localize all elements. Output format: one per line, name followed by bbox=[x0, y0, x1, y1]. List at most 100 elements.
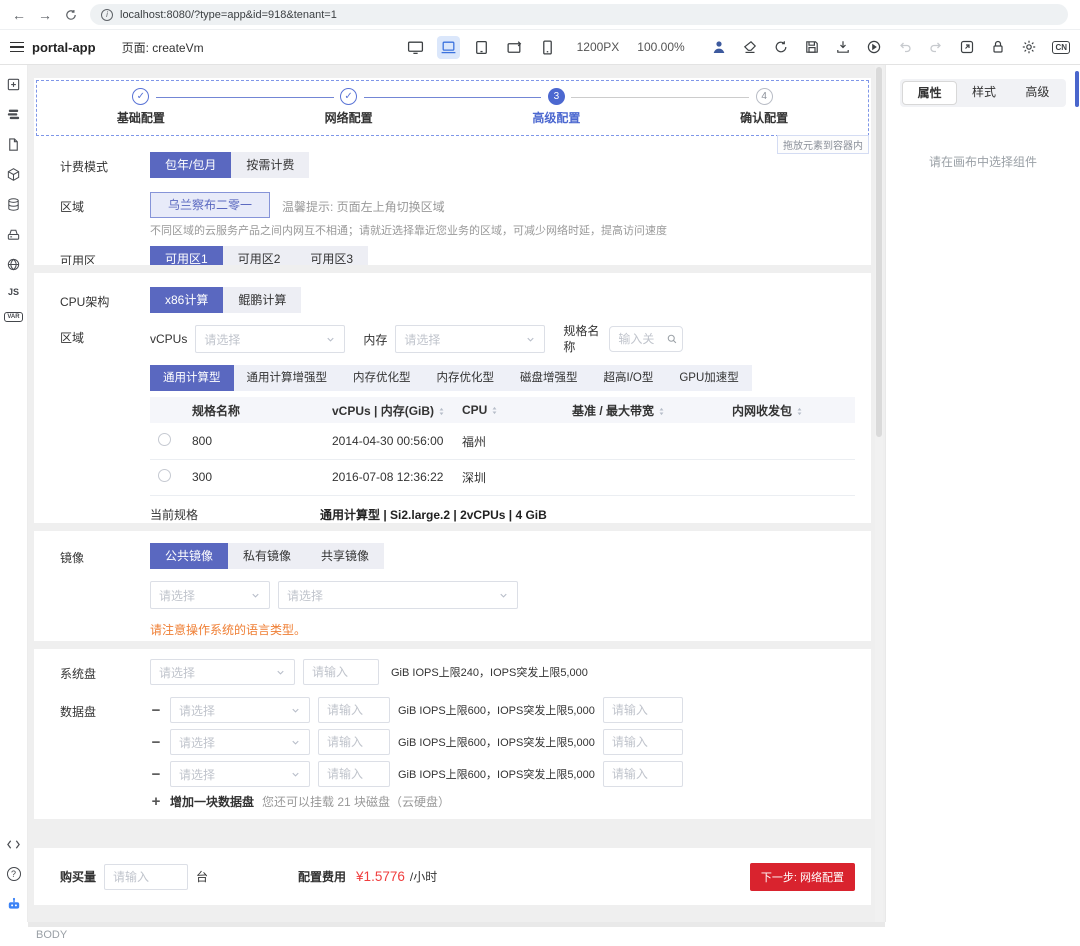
tab-gpu[interactable]: GPU加速型 bbox=[666, 365, 751, 391]
menu-icon[interactable] bbox=[10, 41, 24, 53]
lock-icon[interactable] bbox=[990, 39, 1006, 55]
billing-yearly-button[interactable]: 包年/包月 bbox=[150, 152, 232, 178]
vcpus-select[interactable]: 请选择 bbox=[195, 325, 346, 354]
step-confirm[interactable]: 4 确认配置 bbox=[571, 88, 868, 126]
tablet-icon[interactable] bbox=[470, 36, 493, 59]
tab-high-io[interactable]: 超高I/O型 bbox=[591, 365, 667, 391]
shared-image-button[interactable]: 共享镜像 bbox=[306, 543, 385, 569]
database-icon[interactable] bbox=[6, 197, 21, 212]
quantity-label: 购买量 bbox=[60, 870, 97, 884]
data-disk-extra-input[interactable] bbox=[602, 761, 683, 787]
source-code-icon[interactable] bbox=[6, 837, 21, 852]
spec-name-label: 规格名称 bbox=[563, 324, 600, 355]
download-icon[interactable] bbox=[835, 39, 851, 55]
user-avatar[interactable] bbox=[711, 39, 727, 55]
add-disk-button[interactable]: 增加一块数据盘 bbox=[170, 793, 254, 810]
browser-forward-icon[interactable]: → bbox=[38, 8, 52, 22]
image-os-select[interactable]: 请选择 bbox=[150, 581, 270, 609]
canvas-scrollbar[interactable] bbox=[875, 65, 883, 922]
tab-general-compute-plus[interactable]: 通用计算增强型 bbox=[234, 365, 341, 391]
row-radio[interactable] bbox=[158, 469, 171, 483]
col-pps[interactable]: 内网收发包 bbox=[724, 397, 855, 424]
az1-button[interactable]: 可用区1 bbox=[150, 246, 223, 265]
public-image-button[interactable]: 公共镜像 bbox=[150, 543, 229, 569]
assistant-bot-icon[interactable] bbox=[6, 896, 22, 912]
language-icon[interactable]: CN bbox=[1052, 40, 1070, 54]
cpu-kunpeng-button[interactable]: 鲲鹏计算 bbox=[223, 287, 302, 313]
tab-memory-optimized-1[interactable]: 内存优化型 bbox=[340, 365, 424, 391]
steps-container[interactable]: 1 基础配置 2 网络配置 3 高级配置 4 确认配置 bbox=[36, 80, 869, 154]
data-disk-extra-input[interactable] bbox=[602, 729, 683, 755]
remove-disk-icon[interactable]: − bbox=[150, 735, 162, 750]
az3-button[interactable]: 可用区3 bbox=[295, 246, 369, 265]
browser-reload-icon[interactable] bbox=[64, 8, 78, 22]
quantity-input[interactable] bbox=[104, 863, 189, 890]
image-version-select[interactable]: 请选择 bbox=[278, 581, 518, 609]
data-disk-type-select[interactable]: 请选择 bbox=[170, 697, 310, 723]
add-disk-icon[interactable]: + bbox=[150, 794, 162, 809]
section-purchase: 购买量 台 配置费用 ¥1.5776 /小时 下一步: 网络配置 bbox=[34, 848, 871, 905]
col-cpu[interactable]: CPU bbox=[454, 397, 564, 424]
data-disk-size-input[interactable] bbox=[318, 761, 390, 787]
remove-disk-icon[interactable]: − bbox=[150, 767, 162, 782]
browser-back-icon[interactable]: ← bbox=[12, 8, 26, 22]
datasource-drive-icon[interactable] bbox=[6, 227, 21, 242]
tablet-landscape-icon[interactable] bbox=[503, 36, 526, 59]
private-image-button[interactable]: 私有镜像 bbox=[228, 543, 307, 569]
components-cube-icon[interactable] bbox=[6, 167, 21, 182]
desktop-icon[interactable] bbox=[404, 36, 427, 59]
api-globe-icon[interactable] bbox=[6, 257, 21, 272]
tab-advanced[interactable]: 高级 bbox=[1011, 81, 1064, 105]
system-disk-type-select[interactable]: 请选择 bbox=[150, 659, 295, 685]
eraser-icon[interactable] bbox=[742, 39, 758, 55]
col-vcpu-mem[interactable]: vCPUs | 内存(GiB) bbox=[324, 397, 454, 424]
data-disk-size-input[interactable] bbox=[318, 697, 390, 723]
billing-ondemand-button[interactable]: 按需计费 bbox=[231, 152, 310, 178]
element-breadcrumb[interactable]: BODY bbox=[36, 929, 67, 941]
step-network[interactable]: 2 网络配置 bbox=[155, 88, 453, 126]
data-disk-type-select[interactable]: 请选择 bbox=[170, 761, 310, 787]
az2-button[interactable]: 可用区2 bbox=[222, 246, 296, 265]
js-panel-icon[interactable]: JS bbox=[8, 287, 19, 297]
region-label: 区域 bbox=[60, 200, 85, 214]
region-select-button[interactable]: 乌兰察布二零一 bbox=[150, 192, 271, 218]
laptop-icon[interactable] bbox=[436, 35, 460, 59]
cpu-x86-button[interactable]: x86计算 bbox=[150, 287, 224, 313]
data-disk-extra-input[interactable] bbox=[602, 697, 683, 723]
help-icon[interactable] bbox=[6, 867, 21, 881]
system-disk-size-input[interactable] bbox=[303, 659, 379, 685]
phone-icon[interactable] bbox=[536, 36, 559, 59]
step-basic[interactable]: 1 基础配置 bbox=[37, 88, 245, 126]
design-canvas[interactable]: 1 基础配置 2 网络配置 3 高级配置 4 确认配置 bbox=[28, 65, 885, 922]
data-disk-type-select[interactable]: 请选择 bbox=[170, 729, 310, 755]
page-file-icon[interactable] bbox=[6, 137, 21, 152]
site-info-icon[interactable] bbox=[101, 8, 113, 21]
col-bandwidth[interactable]: 基准 / 最大带宽 bbox=[564, 397, 724, 424]
tab-memory-optimized-2[interactable]: 内存优化型 bbox=[424, 365, 508, 391]
fullscreen-icon[interactable] bbox=[959, 39, 975, 55]
step-advanced[interactable]: 3 高级配置 bbox=[363, 88, 661, 126]
memory-select[interactable]: 请选择 bbox=[395, 325, 546, 354]
tab-properties[interactable]: 属性 bbox=[902, 81, 958, 105]
redo-icon[interactable] bbox=[928, 39, 944, 55]
run-preview-icon[interactable] bbox=[866, 39, 882, 55]
outline-layers-icon[interactable] bbox=[6, 107, 21, 122]
address-bar[interactable]: localhost:8080/?type=app&id=918&tenant=1 bbox=[90, 4, 1068, 25]
settings-gear-icon[interactable] bbox=[1021, 39, 1037, 55]
tab-disk-enhanced[interactable]: 磁盘增强型 bbox=[507, 365, 591, 391]
save-icon[interactable] bbox=[804, 39, 820, 55]
table-row[interactable]: 800 2014-04-30 00:56:00 福州 bbox=[150, 423, 855, 460]
status-bar: BODY bbox=[0, 922, 1080, 946]
remove-disk-icon[interactable]: − bbox=[150, 703, 162, 718]
variables-icon[interactable]: VAR bbox=[4, 312, 23, 322]
undo-icon[interactable] bbox=[897, 39, 913, 55]
add-component-icon[interactable] bbox=[6, 77, 21, 92]
tab-style[interactable]: 样式 bbox=[957, 81, 1010, 105]
row-radio[interactable] bbox=[158, 433, 171, 447]
table-row[interactable]: 300 2016-07-08 12:36:22 深圳 bbox=[150, 459, 855, 496]
tab-general-compute[interactable]: 通用计算型 bbox=[150, 365, 234, 392]
refresh-icon[interactable] bbox=[773, 39, 789, 55]
next-step-button[interactable]: 下一步: 网络配置 bbox=[749, 862, 855, 891]
panel-scrollbar-thumb[interactable] bbox=[1075, 71, 1079, 107]
data-disk-size-input[interactable] bbox=[318, 729, 390, 755]
